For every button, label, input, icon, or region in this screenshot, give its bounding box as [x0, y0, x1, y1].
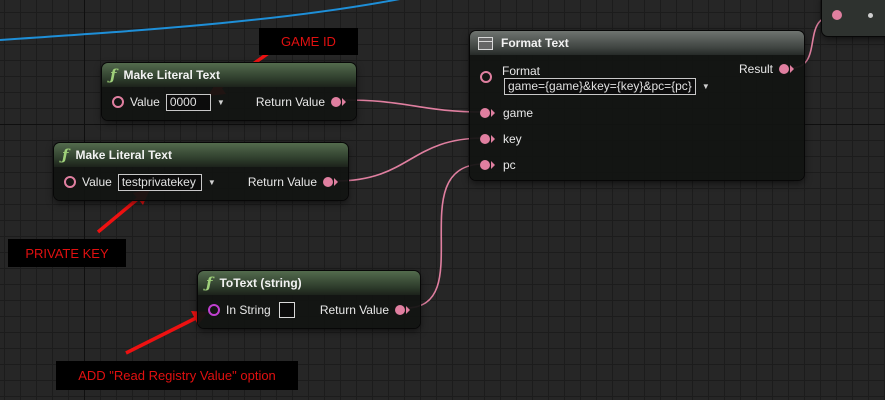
- checkbox-icon[interactable]: [278, 302, 295, 318]
- format-pin[interactable]: [480, 71, 492, 83]
- table-icon: [478, 36, 493, 50]
- function-icon: ƒ: [206, 274, 213, 292]
- annotation-private-key: PRIVATE KEY: [8, 239, 126, 267]
- node-title: Format Text: [501, 36, 569, 50]
- format-text-node[interactable]: Format Text Format game={game}&key={key}…: [470, 31, 804, 180]
- make-literal-text-node-private-key[interactable]: ƒ Make Literal Text Value testprivatekey…: [54, 143, 348, 200]
- game-id-input[interactable]: 0000: [165, 93, 211, 111]
- result-pin[interactable]: [779, 64, 789, 74]
- key-label: key: [503, 132, 522, 146]
- arrow-add-option: [125, 316, 197, 355]
- node-header[interactable]: ƒ Make Literal Text: [54, 143, 348, 167]
- value-label: Value: [130, 95, 160, 109]
- result-label: Result: [738, 62, 773, 76]
- return-label: Return Value: [255, 95, 325, 109]
- value-label: Value: [82, 175, 112, 189]
- private-key-input[interactable]: testprivatekey: [117, 173, 202, 191]
- format-label: Format: [502, 64, 541, 78]
- node-dot-icon: [868, 13, 873, 18]
- offscreen-node[interactable]: [822, 0, 885, 36]
- value-pin[interactable]: [64, 176, 76, 188]
- pc-pin[interactable]: [480, 160, 490, 170]
- game-pin[interactable]: [480, 108, 490, 118]
- make-literal-text-node-game-id[interactable]: ƒ Make Literal Text Value 0000 ▼ Return …: [102, 63, 356, 120]
- return-label: Return Value: [319, 303, 389, 317]
- chevron-down-icon[interactable]: ▼: [208, 178, 216, 187]
- format-value-row: game={game}&key={key}&pc={pc} ▼: [504, 77, 710, 95]
- node-title: ToText (string): [219, 276, 302, 290]
- return-row: Return Value: [256, 93, 346, 111]
- value-row: Value testprivatekey ▼: [64, 173, 216, 191]
- function-icon: ƒ: [62, 146, 69, 164]
- chevron-down-icon[interactable]: ▼: [217, 98, 225, 107]
- arrow-private-key: [96, 195, 142, 234]
- annotation-game-id: GAME ID: [259, 28, 358, 55]
- pin-arrow-icon: [342, 98, 346, 106]
- wire-gameid-to-game: [343, 99, 485, 113]
- return-pin[interactable]: [331, 97, 341, 107]
- pin-row-game: game: [480, 104, 533, 122]
- return-label: Return Value: [247, 175, 317, 189]
- pin-row-key: key: [480, 130, 522, 148]
- pin-arrow-icon: [334, 178, 338, 186]
- return-pin[interactable]: [395, 305, 405, 315]
- to-text-string-node[interactable]: ƒ ToText (string) In String Return Value: [198, 271, 420, 328]
- annotation-add-option: ADD "Read Registry Value" option: [56, 361, 298, 390]
- in-string-pin[interactable]: [208, 304, 220, 316]
- node-header[interactable]: Format Text: [470, 31, 804, 55]
- return-pin[interactable]: [323, 177, 333, 187]
- return-row: Return Value: [248, 173, 338, 191]
- node-header[interactable]: ƒ Make Literal Text: [102, 63, 356, 87]
- function-icon: ƒ: [110, 66, 117, 84]
- pin-arrow-icon: [491, 109, 495, 117]
- value-pin[interactable]: [112, 96, 124, 108]
- node-header[interactable]: ƒ ToText (string): [198, 271, 420, 295]
- value-row: Value 0000 ▼: [112, 93, 225, 111]
- return-row: Return Value: [320, 301, 410, 319]
- input-pin[interactable]: [832, 10, 842, 20]
- format-input[interactable]: game={game}&key={key}&pc={pc}: [504, 77, 696, 95]
- key-pin[interactable]: [480, 134, 490, 144]
- in-string-label: In String: [226, 303, 271, 317]
- pin-arrow-icon: [406, 306, 410, 314]
- pc-label: pc: [503, 158, 516, 172]
- node-title: Make Literal Text: [123, 68, 220, 82]
- node-title: Make Literal Text: [75, 148, 172, 162]
- pin-row-pc: pc: [480, 156, 516, 174]
- result-row: Result: [739, 60, 794, 78]
- pin-arrow-icon: [491, 135, 495, 143]
- wire-privatekey-to-key: [335, 137, 485, 182]
- game-label: game: [503, 106, 534, 120]
- pin-arrow-icon: [491, 161, 495, 169]
- chevron-down-icon[interactable]: ▼: [702, 82, 710, 91]
- pin-arrow-icon: [790, 65, 794, 73]
- in-string-row: In String: [208, 301, 295, 319]
